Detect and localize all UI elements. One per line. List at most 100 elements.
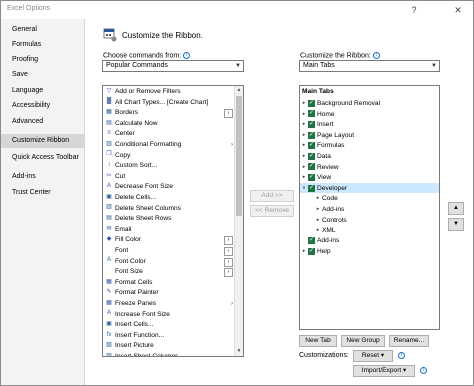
command-item[interactable]: ↕ Custom Sort... — [105, 161, 233, 172]
command-item[interactable]: A Font Color › — [105, 257, 233, 268]
tree-tab-item[interactable]: ∨ ✓ Developer — [300, 182, 439, 194]
expander-icon[interactable]: ▸ — [301, 151, 307, 162]
tree-group-item[interactable]: ▸ XML — [300, 225, 439, 236]
rename-button[interactable]: Rename... — [389, 335, 429, 347]
checkbox-checked-icon[interactable]: ✓ — [308, 236, 315, 244]
remove-button[interactable]: << Remove — [250, 205, 294, 217]
command-item[interactable]: ▧ Insert Picture — [105, 341, 233, 352]
scroll-thumb[interactable] — [236, 96, 242, 216]
sidebar-item-save[interactable]: Save — [1, 68, 84, 82]
expander-icon[interactable]: ▸ — [315, 193, 321, 204]
tree-group-item[interactable]: ▸ Code — [300, 193, 439, 204]
tree-tab-item[interactable]: ▸ ✓ Page Layout — [300, 130, 439, 141]
expander-icon[interactable]: ▸ — [315, 215, 321, 226]
expander-icon[interactable]: ▸ — [301, 246, 307, 257]
checkbox-checked-icon[interactable]: ✓ — [308, 184, 315, 192]
close-button[interactable]: ✕ — [447, 1, 469, 19]
checkbox-checked-icon[interactable]: ✓ — [308, 173, 315, 181]
command-item[interactable]: ▦ Borders › — [105, 108, 233, 119]
command-item[interactable]: ▦ Format Cells — [105, 278, 233, 289]
customize-ribbon-dropdown[interactable]: Main Tabs ▼ — [299, 60, 440, 72]
checkbox-checked-icon[interactable]: ✓ — [308, 99, 315, 107]
expander-icon[interactable]: ▸ — [301, 172, 307, 183]
command-item[interactable]: ✎ Format Painter — [105, 288, 233, 299]
tabs-tree[interactable]: Main Tabs ▸ ✓ Background Removal ▸ ✓ Home ▸ ✓ In… — [299, 85, 440, 330]
move-up-button[interactable]: ▲ — [448, 202, 464, 215]
tree-tab-item[interactable]: ✓ Add-ins — [300, 236, 439, 247]
tree-tab-item[interactable]: ▸ ✓ Data — [300, 151, 439, 162]
command-item[interactable]: ▣ Delete Cells... — [105, 193, 233, 204]
commands-scrollbar[interactable]: ▲ ▼ — [234, 86, 243, 356]
sidebar-item-quick-access-toolbar[interactable]: Quick Access Toolbar — [1, 151, 84, 165]
command-item[interactable]: ✂ Cut — [105, 172, 233, 183]
tree-tab-item[interactable]: ▸ ✓ Help — [300, 246, 439, 257]
checkbox-checked-icon[interactable]: ✓ — [308, 142, 315, 150]
checkbox-checked-icon[interactable]: ✓ — [308, 163, 315, 171]
checkbox-checked-icon[interactable]: ✓ — [308, 152, 315, 160]
sidebar-item-customize-ribbon[interactable]: Customize Ribbon — [1, 134, 84, 148]
sidebar-item-proofing[interactable]: Proofing — [1, 53, 84, 67]
command-item[interactable]: A Increase Font Size — [105, 310, 233, 321]
command-item[interactable]: ▥ Delete Sheet Columns — [105, 204, 233, 215]
choose-commands-dropdown[interactable]: Popular Commands ▼ — [102, 60, 244, 72]
tree-tab-item[interactable]: ▸ ✓ Formulas — [300, 140, 439, 151]
command-item[interactable]: A Decrease Font Size — [105, 182, 233, 193]
command-item[interactable]: ▤ Delete Sheet Rows — [105, 214, 233, 225]
checkbox-checked-icon[interactable]: ✓ — [308, 110, 315, 118]
command-item[interactable]: Font › — [105, 246, 233, 257]
tree-item-label: Add-ins — [322, 206, 345, 213]
command-item[interactable]: ▓ All Chart Types... [Create Chart] — [105, 98, 233, 109]
sidebar-item-general[interactable]: General — [1, 23, 84, 37]
command-item[interactable]: ▦ Freeze Panes › — [105, 299, 233, 310]
expander-icon[interactable]: ▸ — [315, 225, 321, 236]
command-item[interactable]: ◆ Fill Color › — [105, 235, 233, 246]
expander-icon[interactable]: ∨ — [301, 183, 307, 194]
command-item[interactable]: Font Size › — [105, 267, 233, 278]
command-item[interactable]: ▽ Add or Remove Filters — [105, 87, 233, 98]
expander-icon[interactable]: ▸ — [315, 204, 321, 215]
sidebar-item-add-ins[interactable]: Add-ins — [1, 170, 84, 184]
command-item[interactable]: ❐ Copy — [105, 151, 233, 162]
tabs-tree-header: Main Tabs — [302, 88, 334, 95]
sidebar-item-language[interactable]: Language — [1, 84, 84, 98]
commands-listbox[interactable]: ▲ ▼ ▽ Add or Remove Filters ▓ All Chart Typ… — [102, 85, 244, 357]
command-item[interactable]: ▥ Conditional Formatting › — [105, 140, 233, 151]
tree-tab-item[interactable]: ▸ ✓ Review — [300, 162, 439, 173]
add-button[interactable]: Add >> — [250, 190, 294, 202]
command-item[interactable]: ≡ Center — [105, 129, 233, 140]
checkbox-checked-icon[interactable]: ✓ — [308, 120, 315, 128]
command-item[interactable]: fx Insert Function... — [105, 331, 233, 342]
expander-icon[interactable]: ▸ — [301, 140, 307, 151]
tree-tab-item[interactable]: ▸ ✓ Background Removal — [300, 98, 439, 109]
sidebar-item-trust-center[interactable]: Trust Center — [1, 186, 84, 200]
sidebar-item-advanced[interactable]: Advanced — [1, 115, 84, 129]
help-button[interactable]: ? — [403, 1, 425, 19]
import-export-button[interactable]: Import/Export ▾ — [353, 365, 415, 377]
checkbox-checked-icon[interactable]: ✓ — [308, 248, 315, 256]
command-item[interactable]: ▤ Calculate Now — [105, 119, 233, 130]
expander-icon[interactable]: ▸ — [301, 119, 307, 130]
new-tab-button[interactable]: New Tab — [299, 335, 337, 347]
tree-tab-item[interactable]: ▸ ✓ Home — [300, 109, 439, 120]
scroll-down-icon[interactable]: ▼ — [235, 347, 243, 356]
reset-button[interactable]: Reset ▾ — [353, 350, 393, 362]
tree-tab-item[interactable]: ▸ ✓ Insert — [300, 119, 439, 130]
command-item[interactable]: ▣ Insert Cells... — [105, 320, 233, 331]
expander-icon[interactable]: ▸ — [301, 162, 307, 173]
sidebar-item-accessibility[interactable]: Accessibility — [1, 99, 84, 113]
excel-options-window: Excel Options ? ✕ General Formulas Proofin… — [0, 0, 474, 386]
expander-icon[interactable]: ▸ — [301, 109, 307, 120]
expander-icon[interactable]: ▸ — [301, 130, 307, 141]
tree-group-item[interactable]: ▸ Add-ins — [300, 204, 439, 215]
command-label: Copy — [115, 151, 131, 159]
command-item[interactable]: ▥ Insert Sheet Columns — [105, 352, 233, 356]
tree-tab-item[interactable]: ▸ ✓ View — [300, 172, 439, 183]
scroll-up-icon[interactable]: ▲ — [235, 86, 243, 95]
tree-group-item[interactable]: ▸ Controls — [300, 215, 439, 226]
move-down-button[interactable]: ▼ — [448, 218, 464, 231]
sidebar-item-formulas[interactable]: Formulas — [1, 38, 84, 52]
new-group-button[interactable]: New Group — [341, 335, 385, 347]
command-item[interactable]: ✉ Email — [105, 225, 233, 236]
checkbox-checked-icon[interactable]: ✓ — [308, 131, 315, 139]
expander-icon[interactable]: ▸ — [301, 98, 307, 109]
